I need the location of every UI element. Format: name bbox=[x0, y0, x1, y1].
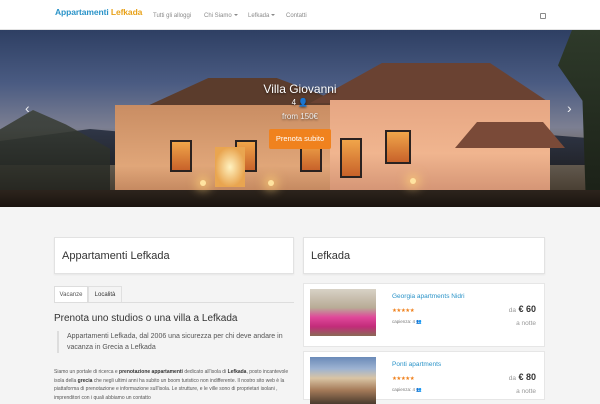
listing-capacity: capienza: 4 👥 bbox=[392, 387, 422, 393]
price-value: € 80 bbox=[518, 372, 536, 382]
left-panel-title: Appartamenti Lefkada bbox=[62, 250, 170, 262]
tab-vacanze[interactable]: Vacanze bbox=[54, 286, 88, 303]
capacity-label: capienza: 4 bbox=[392, 319, 416, 324]
brand-logo[interactable]: Appartamenti Lefkada bbox=[55, 7, 142, 17]
nav-item-tutti-gli-alloggi[interactable]: Tutti gli alloggi bbox=[153, 13, 191, 19]
hero-guests-count: 4 bbox=[291, 98, 297, 107]
rating-stars-icon: ★★★★★ bbox=[392, 376, 415, 382]
nav-item-contatti[interactable]: Contatti bbox=[286, 13, 307, 19]
rating-stars-icon: ★★★★★ bbox=[392, 308, 415, 314]
hero-slider: ‹ › Villa Giovanni 4 👤 from 150€ Prenota… bbox=[0, 30, 600, 207]
caret-down-icon bbox=[233, 14, 238, 17]
listing-card[interactable]: Georgia apartments Nidri ★★★★★ capienza:… bbox=[303, 283, 545, 347]
body-text: Siamo un portale di ricerca e prenotazio… bbox=[54, 368, 294, 402]
body-text-part: dedicato all'isola di bbox=[184, 369, 227, 375]
left-panel-header: Appartamenti Lefkada bbox=[54, 237, 294, 274]
listing-title[interactable]: Ponti apartments bbox=[392, 361, 441, 368]
right-panel-title: Lefkada bbox=[311, 250, 351, 262]
lamp-light bbox=[268, 180, 274, 186]
nav-item-chi-siamo[interactable]: Chi Siamo bbox=[204, 13, 238, 19]
listing-thumbnail[interactable] bbox=[310, 357, 376, 404]
hero-guests: 4 👤 bbox=[0, 98, 600, 107]
hero-title: Villa Giovanni bbox=[263, 82, 337, 96]
nav-label: Lefkada bbox=[248, 13, 270, 19]
nav-label: Tutti gli alloggi bbox=[153, 13, 192, 19]
user-icon: 👤 bbox=[298, 98, 309, 107]
listing-price: da € 60 bbox=[509, 304, 536, 314]
body-text-bold: prenotazione appartamenti bbox=[119, 369, 183, 375]
users-icon: 👥 bbox=[416, 319, 422, 324]
book-now-button[interactable]: Prenota subito bbox=[269, 129, 331, 149]
listing-price: da € 80 bbox=[509, 372, 536, 382]
listing-card[interactable]: Ponti apartments ★★★★★ capienza: 4 👥 da … bbox=[303, 351, 545, 404]
price-prefix: da bbox=[508, 307, 516, 314]
nav-item-lefkada[interactable]: Lefkada bbox=[248, 13, 276, 19]
window-light bbox=[215, 147, 245, 187]
hero-ground bbox=[0, 190, 600, 207]
tabs-divider bbox=[54, 302, 294, 303]
users-icon: 👥 bbox=[416, 387, 422, 392]
window bbox=[340, 138, 362, 178]
lamp-light bbox=[200, 180, 206, 186]
price-value: € 60 bbox=[518, 304, 536, 314]
listing-capacity: capienza: 4 👥 bbox=[392, 319, 422, 325]
right-panel-header: Lefkada bbox=[303, 237, 545, 274]
intro-quote: Appartamenti Lefkada, dal 2006 una sicur… bbox=[57, 331, 287, 353]
brand-part-1: Appartamenti bbox=[55, 7, 109, 17]
body-text-part: Siamo un portale di ricerca e bbox=[54, 369, 118, 375]
window bbox=[170, 140, 192, 172]
hero-price: from 150€ bbox=[281, 112, 319, 121]
price-unit: a notte bbox=[516, 388, 536, 395]
tab-localita[interactable]: Località bbox=[88, 286, 122, 303]
nav-label: Chi Siamo bbox=[204, 13, 232, 19]
price-unit: a notte bbox=[516, 320, 536, 327]
body-text-bold: Lefkada bbox=[227, 369, 247, 375]
section-heading: Prenota uno studios o una villa a Lefkad… bbox=[54, 313, 238, 324]
listing-thumbnail[interactable] bbox=[310, 289, 376, 336]
listing-title[interactable]: Georgia apartments Nidri bbox=[392, 293, 465, 300]
brand-part-2: Lefkada bbox=[110, 7, 143, 17]
window bbox=[385, 130, 411, 164]
nav-label: Contatti bbox=[286, 13, 307, 19]
sign-in-icon[interactable] bbox=[540, 13, 546, 19]
lamp-light bbox=[410, 178, 416, 184]
caret-down-icon bbox=[271, 14, 276, 17]
body-text-bold: grecia bbox=[77, 377, 93, 384]
price-prefix: da bbox=[508, 375, 516, 382]
navbar: Appartamenti Lefkada Tutti gli alloggi C… bbox=[0, 0, 600, 30]
capacity-label: capienza: 4 bbox=[392, 387, 416, 392]
